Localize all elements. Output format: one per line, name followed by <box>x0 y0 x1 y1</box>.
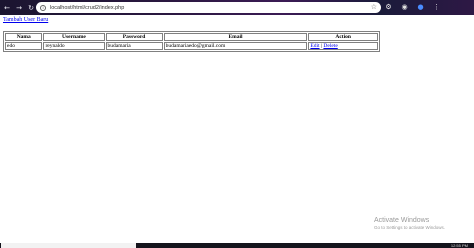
table-row: edo reynaldo budamaria budamariaedo@gmai… <box>5 42 378 50</box>
gear-icon[interactable]: ⚙ <box>385 3 392 12</box>
delete-link[interactable]: Delete <box>323 43 337 49</box>
edit-link[interactable]: Edit <box>310 43 319 49</box>
cell-password: budamaria <box>105 42 163 50</box>
forward-arrow-icon[interactable]: → <box>14 3 24 13</box>
star-icon[interactable]: ☆ <box>371 2 377 13</box>
address-bar[interactable]: i localhost/html/crud2/index.php ☆ <box>36 2 381 13</box>
table-header-row: Nama Username Password Email Action <box>5 33 378 41</box>
reload-icon[interactable]: ↻ <box>26 3 36 13</box>
users-table: Nama Username Password Email Action edo … <box>3 31 380 52</box>
extension-icon[interactable]: ● <box>417 3 424 12</box>
watermark-title: Activate Windows <box>374 217 430 224</box>
cell-nama: edo <box>5 42 43 50</box>
browser-toolbar: ← → ↻ i localhost/html/crud2/index.php ☆… <box>0 0 474 15</box>
activate-windows-watermark: Activate Windows Go to Settings to activ… <box>374 217 445 231</box>
header-nama: Nama <box>5 33 43 41</box>
taskbar: 12:55 PM <box>0 243 474 248</box>
watermark-subtitle: Go to Settings to activate Windows. <box>374 225 446 230</box>
action-separator: | <box>320 43 323 49</box>
cell-action: Edit | Delete <box>308 42 378 50</box>
header-action: Action <box>308 33 378 41</box>
taskbar-clock[interactable]: 12:55 PM <box>451 243 468 248</box>
header-email: Email <box>163 33 308 41</box>
address-url[interactable]: localhost/html/crud2/index.php <box>50 5 124 11</box>
menu-dots-icon[interactable]: ⋮ <box>433 3 440 12</box>
header-username: Username <box>43 33 105 41</box>
header-password: Password <box>105 33 163 41</box>
back-arrow-icon[interactable]: ← <box>2 3 12 13</box>
profile-circle-icon[interactable]: ◉ <box>401 3 408 12</box>
info-icon[interactable]: i <box>40 4 46 11</box>
taskbar-search-box[interactable] <box>1 243 136 248</box>
cell-email: budamariaedo@gmail.com <box>163 42 308 50</box>
cell-username: reynaldo <box>43 42 105 50</box>
add-new-user-link[interactable]: Tambah User Baru <box>3 17 48 23</box>
